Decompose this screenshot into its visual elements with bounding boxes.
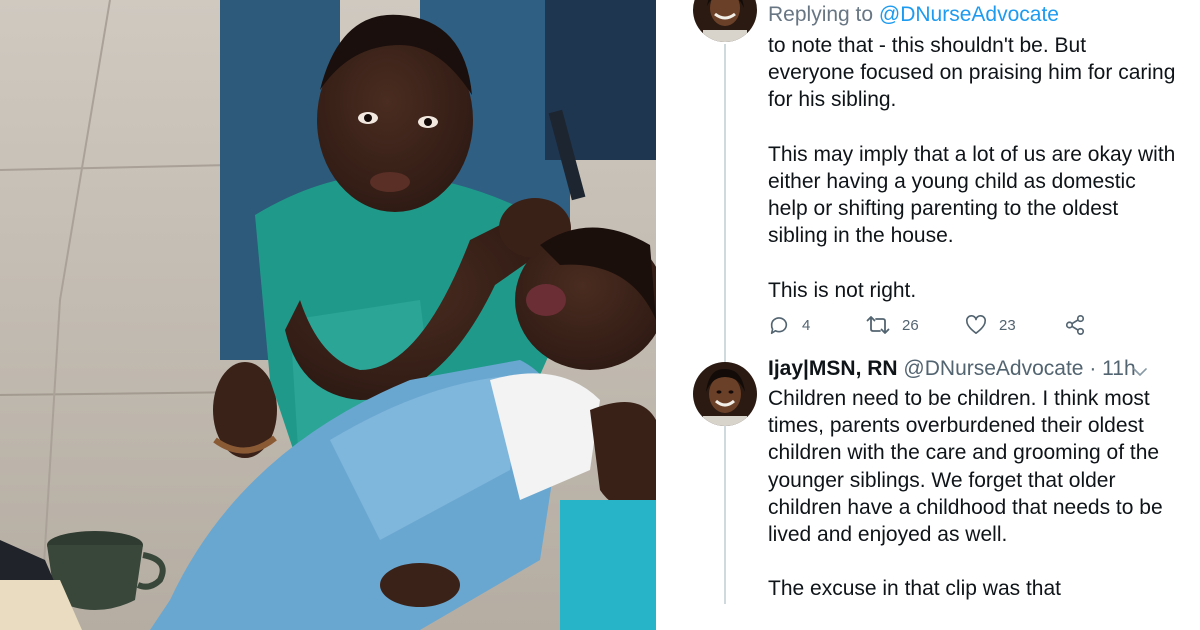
tweet-actions-bar: 4 26 23 [768,313,1098,337]
display-name[interactable]: Ijay|MSN, RN [768,357,898,380]
user-handle[interactable]: @DNurseAdvocate [903,357,1083,380]
share-button[interactable] [1064,313,1098,337]
avatar-image [693,362,757,426]
tweet-photo[interactable] [0,0,656,630]
tweet-header: Ijay|MSN, RN @DNurseAdvocate · 11h [768,357,1136,381]
reply-count: 4 [802,316,811,334]
tweet-paragraph: This is not right. [768,278,917,302]
tweet-paragraph: Children need to be children. I think mo… [768,387,1163,547]
replying-to-prefix: Replying to [768,3,879,26]
heart-icon [966,315,986,334]
tweet-text: to note that - this shouldn't be. But ev… [768,32,1178,304]
share-icon [1065,315,1085,335]
tweet-paragraph: This may imply that a lot of us are okay… [768,142,1176,248]
tweet-paragraph: to note that - this shouldn't be. But ev… [768,34,1176,112]
avatar[interactable] [693,362,757,426]
avatar[interactable] [693,0,757,42]
photo-illustration [0,0,656,630]
reply-button[interactable]: 4 [768,313,810,337]
retweet-icon [866,316,890,334]
tweet-text: Children need to be children. I think mo… [768,385,1178,603]
tweet-thread: Replying to @DNurseAdvocate to note that… [656,0,1200,630]
retweet-count: 26 [902,316,919,334]
tweet-paragraph: The excuse in that clip was that [768,577,1061,601]
retweet-button[interactable]: 26 [866,313,919,337]
thread-connector-line [724,44,726,604]
like-button[interactable]: 23 [965,313,1016,337]
replying-to-line: Replying to @DNurseAdvocate [768,3,1059,27]
avatar-image [693,0,757,42]
comment-icon [770,317,788,335]
like-count: 23 [999,316,1016,334]
chevron-down-icon[interactable] [1132,366,1148,378]
tweet-timestamp[interactable]: 11h [1102,357,1135,380]
header-separator: · [1083,357,1103,380]
replying-to-handle-link[interactable]: @DNurseAdvocate [879,3,1059,26]
